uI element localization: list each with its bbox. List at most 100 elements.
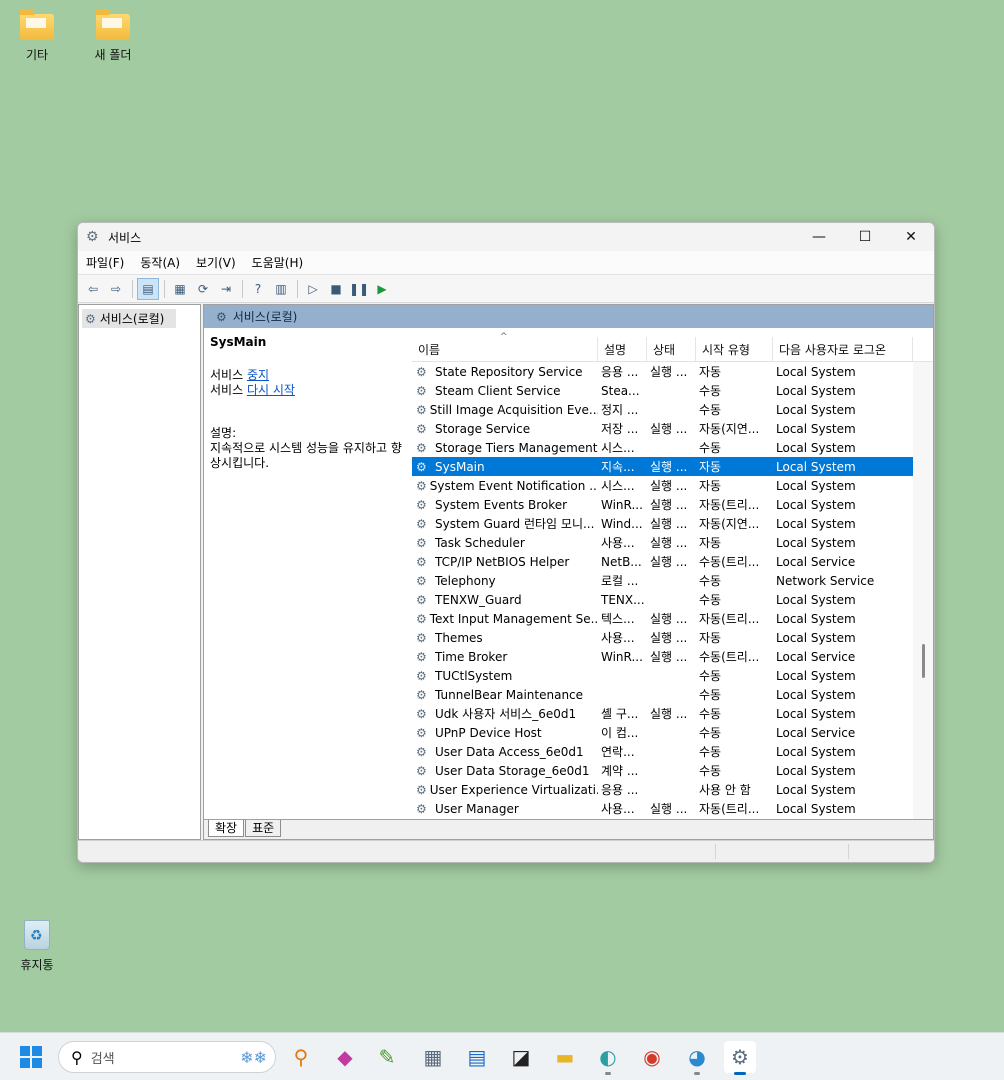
- magnifier-app-icon[interactable]: ⚲: [285, 1041, 317, 1073]
- services-gear-icon: ⚙: [85, 311, 96, 326]
- service-row[interactable]: ⚙ User Experience Virtualizati... 응용 ... 사용…: [412, 780, 933, 799]
- toolbar-separator: [297, 279, 298, 298]
- desktop-recycle-bin[interactable]: ♻ 휴지통: [7, 920, 67, 973]
- stop-service-link[interactable]: 중지: [247, 368, 269, 382]
- service-row[interactable]: ⚙ SysMain 지속... 실행 ... 자동 Local System: [412, 457, 933, 476]
- pause-service-icon[interactable]: ❚❚: [348, 278, 370, 300]
- service-row[interactable]: ⚙ Steam Client Service Stea... 수동 Local Syst…: [412, 381, 933, 400]
- service-row[interactable]: ⚙ User Data Storage_6e0d1 계약 ... 수동 Local Sy…: [412, 761, 933, 780]
- service-row[interactable]: ⚙ System Event Notification ... 시스... 실행 ..…: [412, 476, 933, 495]
- close-button[interactable]: ✕: [888, 223, 934, 251]
- clipchamp-app-icon[interactable]: ◆: [329, 1041, 361, 1073]
- cell-description: 시스...: [601, 479, 635, 493]
- export-list-icon[interactable]: ⇥: [215, 278, 237, 300]
- menu-file[interactable]: 파일(F): [86, 254, 124, 271]
- service-row[interactable]: ⚙ TENXW_Guard TENX... 수동 Local System: [412, 590, 933, 609]
- chrome-app-icon[interactable]: ◉: [636, 1041, 668, 1073]
- notepad-plus-app-icon[interactable]: ✎: [371, 1041, 403, 1073]
- file-explorer-app-icon[interactable]: ▬: [549, 1041, 581, 1073]
- cell-startup-type: 수동: [699, 669, 722, 683]
- service-row[interactable]: ⚙ TUCtlSystem 수동 Local System: [412, 666, 933, 685]
- cell-description: 계약 ...: [601, 764, 639, 778]
- minimize-button[interactable]: —: [796, 223, 842, 251]
- service-row[interactable]: ⚙ Text Input Management Se... 텍스... 실행 ... 자…: [412, 609, 933, 628]
- vpn-app-icon[interactable]: ◐: [592, 1041, 624, 1075]
- resume-service-icon[interactable]: ▶: [371, 278, 393, 300]
- forward-icon[interactable]: ⇨: [105, 278, 127, 300]
- service-row[interactable]: ⚙ TunnelBear Maintenance 수동 Local System: [412, 685, 933, 704]
- service-row[interactable]: ⚙ Udk 사용자 서비스_6e0d1 셸 구... 실행 ... 수동 Local Sy…: [412, 704, 933, 723]
- service-gear-icon: ⚙: [416, 497, 427, 512]
- detail-prefix: 서비스: [210, 368, 247, 382]
- cell-name: ⚙ Task Scheduler: [412, 536, 598, 550]
- properties-icon[interactable]: ▦: [169, 278, 191, 300]
- service-gear-icon: ⚙: [416, 440, 427, 455]
- console-tree-icon[interactable]: ▤: [137, 277, 159, 300]
- taskbar-search[interactable]: ⚲ 검색 ❄❄: [58, 1041, 276, 1073]
- maximize-button[interactable]: ☐: [842, 223, 888, 251]
- scrollbar-thumb[interactable]: [922, 644, 925, 678]
- service-name-text: User Manager: [435, 801, 519, 816]
- service-row[interactable]: ⚙ TCP/IP NetBIOS Helper NetB... 실행 ... 수동(트리…: [412, 552, 933, 571]
- column-header-log-on-as[interactable]: 다음 사용자로 로그온: [773, 337, 913, 361]
- cell-log-on-as: Local System: [776, 516, 856, 531]
- service-row[interactable]: ⚙ Task Scheduler 사용... 실행 ... 자동 Local System: [412, 533, 933, 552]
- service-row[interactable]: ⚙ System Guard 런타임 모니... Wind... 실행 ... 자동(지…: [412, 514, 933, 533]
- paint-app-icon[interactable]: ◕: [681, 1041, 713, 1075]
- windows-start-icon[interactable]: [20, 1046, 42, 1068]
- stop-service-icon[interactable]: ■: [325, 278, 347, 300]
- tab-standard[interactable]: 표준: [245, 820, 282, 837]
- cell-startup-type: 자동(트리...: [699, 612, 760, 626]
- cell-name: ⚙ Time Broker: [412, 650, 598, 664]
- desktop-folder-etc[interactable]: 기타: [7, 9, 67, 63]
- start-service-icon[interactable]: ▷: [302, 278, 324, 300]
- service-row[interactable]: ⚙ Storage Tiers Management 시스... 수동 Local Sy…: [412, 438, 933, 457]
- tree-item-services-local[interactable]: ⚙ 서비스(로컬): [82, 309, 176, 328]
- cell-log-on-as: Local System: [776, 592, 856, 607]
- service-row[interactable]: ⚙ State Repository Service 응용 ... 실행 ... 자동 L…: [412, 362, 933, 381]
- service-row[interactable]: ⚙ Telephony 로컬 ... 수동 Network Service: [412, 571, 933, 590]
- toolbar-separator: [164, 279, 165, 298]
- vertical-scrollbar[interactable]: [913, 362, 933, 819]
- refresh-icon[interactable]: ⟳: [192, 278, 214, 300]
- running-indicator: [605, 1072, 611, 1075]
- services-app-icon[interactable]: ⚙: [724, 1041, 756, 1075]
- service-row[interactable]: ⚙ Storage Service 저장 ... 실행 ... 자동(지연... Loca…: [412, 419, 933, 438]
- toolbar: ⇦ ⇨ ▤ ▦ ⟳ ⇥ ? ▥ ▷ ■ ❚❚ ▶: [78, 275, 934, 303]
- calculator-app-icon[interactable]: ▦: [417, 1041, 449, 1073]
- title-bar[interactable]: ⚙ 서비스 — ☐ ✕: [78, 223, 934, 251]
- service-row[interactable]: ⚙ User Manager 사용... 실행 ... 자동(트리... Local Sy…: [412, 799, 933, 818]
- cell-log-on-as: Local System: [776, 421, 856, 436]
- help-icon[interactable]: ?: [247, 278, 269, 300]
- menu-action[interactable]: 동작(A): [140, 254, 180, 271]
- column-header-description[interactable]: 설명: [598, 337, 647, 361]
- service-row[interactable]: ⚙ System Events Broker WinR... 실행 ... 자동(트리.…: [412, 495, 933, 514]
- tab-extended[interactable]: 확장: [208, 820, 245, 837]
- sort-caret-icon: ^: [500, 332, 508, 342]
- cell-status: 실행 ...: [650, 631, 688, 645]
- cell-startup-type: 수동: [699, 441, 722, 455]
- cell-log-on-as: Local System: [776, 782, 856, 797]
- service-row[interactable]: ⚙ Themes 사용... 실행 ... 자동 Local System: [412, 628, 933, 647]
- running-indicator: [694, 1072, 700, 1075]
- cell-startup-type: 자동: [699, 460, 722, 474]
- show-hide-action-pane-icon[interactable]: ▥: [270, 278, 292, 300]
- notepad-app-icon[interactable]: ▤: [461, 1041, 493, 1073]
- column-header-status[interactable]: 상태: [647, 337, 696, 361]
- service-row[interactable]: ⚙ Still Image Acquisition Eve... 정지 ... 수동 L…: [412, 400, 933, 419]
- menu-view[interactable]: 보기(V): [196, 254, 236, 271]
- sticky-notes-app-icon[interactable]: ◪: [505, 1041, 537, 1073]
- service-row[interactable]: ⚙ Time Broker WinR... 실행 ... 수동(트리... Local S…: [412, 647, 933, 666]
- service-row[interactable]: ⚙ User Data Access_6e0d1 연락... 수동 Local Syst…: [412, 742, 933, 761]
- desktop-folder-new[interactable]: 새 폴더: [83, 9, 143, 63]
- service-row[interactable]: ⚙ UPnP Device Host 이 컴... 수동 Local Service: [412, 723, 933, 742]
- main-area: ⚙ 서비스(로컬) ⚙ 서비스(로컬) SysMain 서비스 중지 서비스 다…: [78, 304, 934, 840]
- menu-help[interactable]: 도움말(H): [252, 254, 304, 271]
- back-icon[interactable]: ⇦: [82, 278, 104, 300]
- cell-log-on-as: Local System: [776, 402, 856, 417]
- cell-log-on-as: Local Service: [776, 554, 856, 569]
- cell-startup-type: 수동: [699, 764, 722, 778]
- column-header-startup-type[interactable]: 시작 유형: [696, 337, 773, 361]
- service-gear-icon: ⚙: [416, 554, 427, 569]
- restart-service-link[interactable]: 다시 시작: [247, 383, 295, 397]
